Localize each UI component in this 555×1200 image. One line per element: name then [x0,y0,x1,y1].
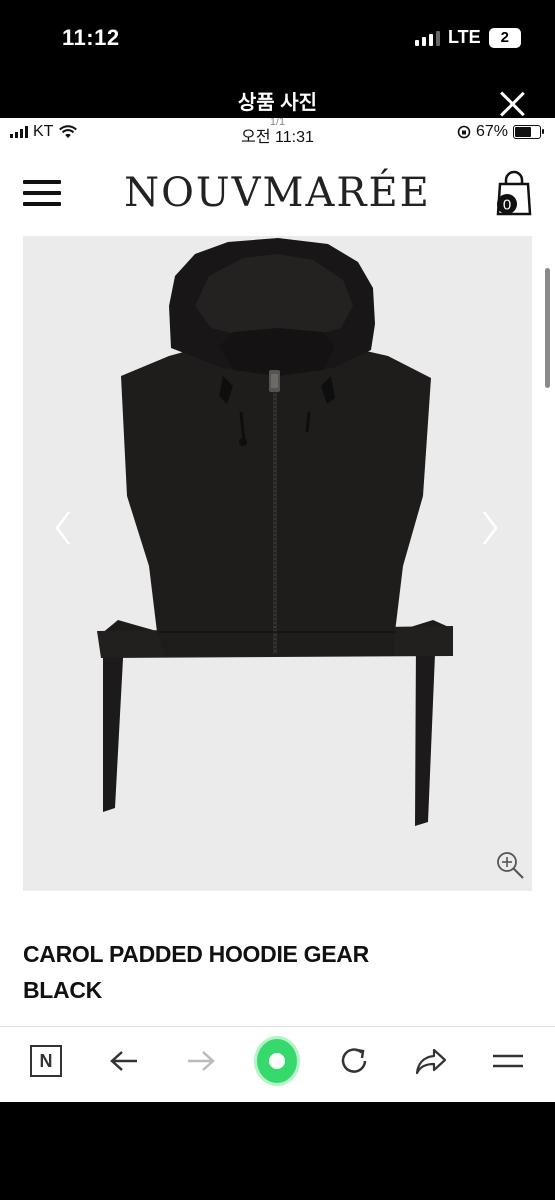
signal-icon [414,30,440,46]
arrow-left-icon [110,1051,137,1071]
site-logo[interactable]: NOUVMARÉE [0,170,555,216]
product-screenshot: KT 1/1 오전 11:31 67% NOUVMARÉE 0 CAROL PA… [0,118,555,1102]
arrow-right-icon [188,1051,215,1071]
back-button[interactable] [104,1041,144,1081]
next-image-arrow-icon[interactable] [478,508,502,548]
product-title: CAROL PADDED HOODIE GEAR BLACK [23,941,369,1003]
browser-toolbar: N [0,1026,555,1102]
orientation-lock-icon [457,125,471,139]
close-icon[interactable] [498,90,526,118]
refresh-icon [341,1048,367,1073]
naver-home-button[interactable]: N [26,1041,66,1081]
forward-button[interactable] [181,1041,221,1081]
cart-count-badge: 0 [503,197,511,214]
battery-icon [513,125,544,139]
product-image[interactable] [23,236,532,891]
outer-status-indicators: LTE 2 [414,27,521,48]
shopping-bag-icon[interactable]: 0 [493,170,535,216]
viewer-header: 상품 사진 [0,78,555,118]
prev-image-arrow-icon[interactable] [51,508,75,548]
site-header: NOUVMARÉE 0 [0,158,555,228]
share-button[interactable] [411,1041,451,1081]
more-menu-button[interactable] [488,1041,528,1081]
outer-status-bar: 11:12 LTE 2 [0,0,555,78]
refresh-button[interactable] [334,1041,374,1081]
inner-status-bar: KT 1/1 오전 11:31 67% [0,118,555,148]
sim-badge: 2 [488,27,521,48]
green-dot-icon [257,1039,297,1083]
bottom-black-area [0,1102,555,1200]
battery-fill [515,127,532,137]
share-icon [415,1048,447,1075]
naver-home-label: N [30,1045,62,1077]
zoom-in-icon[interactable] [495,850,525,880]
battery-percent: 67% [475,123,508,140]
page-scrollbar[interactable] [545,268,550,388]
battery-group: 67% [457,123,544,141]
network-type: LTE [447,27,481,47]
viewer-title: 상품 사진 [237,92,318,114]
hamburger-icon [493,1054,523,1068]
hoodie-gear-illustration [97,238,453,826]
green-dot-button[interactable] [257,1039,297,1083]
outer-clock: 11:12 [62,25,120,50]
